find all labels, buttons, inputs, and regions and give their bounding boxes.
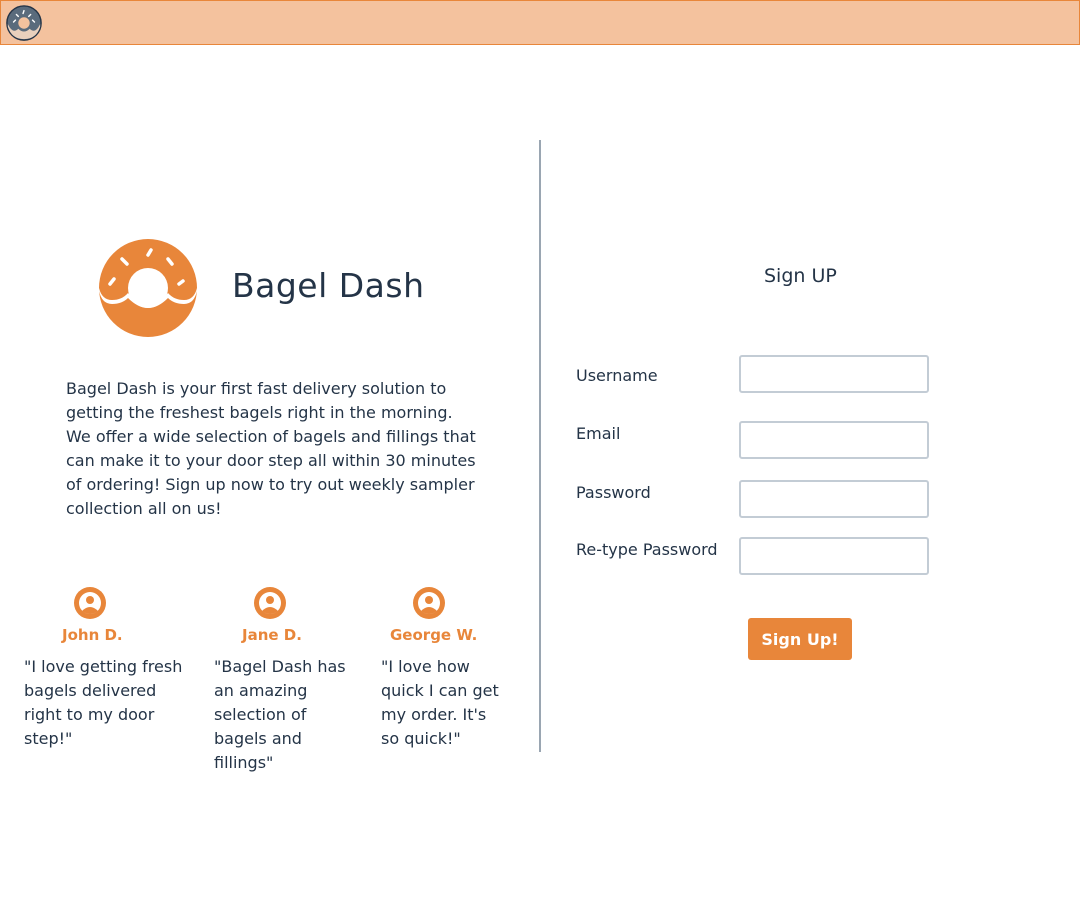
username-label: Username [576, 366, 658, 385]
email-label: Email [576, 424, 621, 443]
user-avatar-icon [74, 587, 106, 619]
testimonial-quote: "I love getting fresh bagels delivered r… [24, 657, 183, 748]
signup-title: Sign UP [764, 265, 837, 287]
testimonial-quote: "I love how quick I can get my order. It… [381, 657, 499, 748]
testimonial-quote: "Bagel Dash has an amazing selection of … [214, 657, 346, 772]
retype-password-input[interactable] [739, 537, 929, 575]
email-input[interactable] [739, 421, 929, 459]
vertical-divider [539, 140, 541, 752]
donut-icon[interactable] [5, 4, 43, 42]
user-avatar-icon [413, 587, 445, 619]
brand-title: Bagel Dash [232, 266, 425, 305]
testimonial-name: Jane D. [242, 626, 302, 644]
password-input[interactable] [739, 480, 929, 518]
testimonial-name: George W. [390, 626, 478, 644]
brand-description: Bagel Dash is your first fast delivery s… [66, 379, 476, 518]
user-avatar-icon [254, 587, 286, 619]
username-input[interactable] [739, 355, 929, 393]
top-navbar [0, 0, 1080, 45]
password-label: Password [576, 483, 651, 502]
signup-button[interactable]: Sign Up! [748, 618, 852, 660]
testimonial-name: John D. [62, 626, 123, 644]
donut-icon [99, 239, 197, 337]
retype-password-label: Re-type Password [576, 540, 718, 559]
